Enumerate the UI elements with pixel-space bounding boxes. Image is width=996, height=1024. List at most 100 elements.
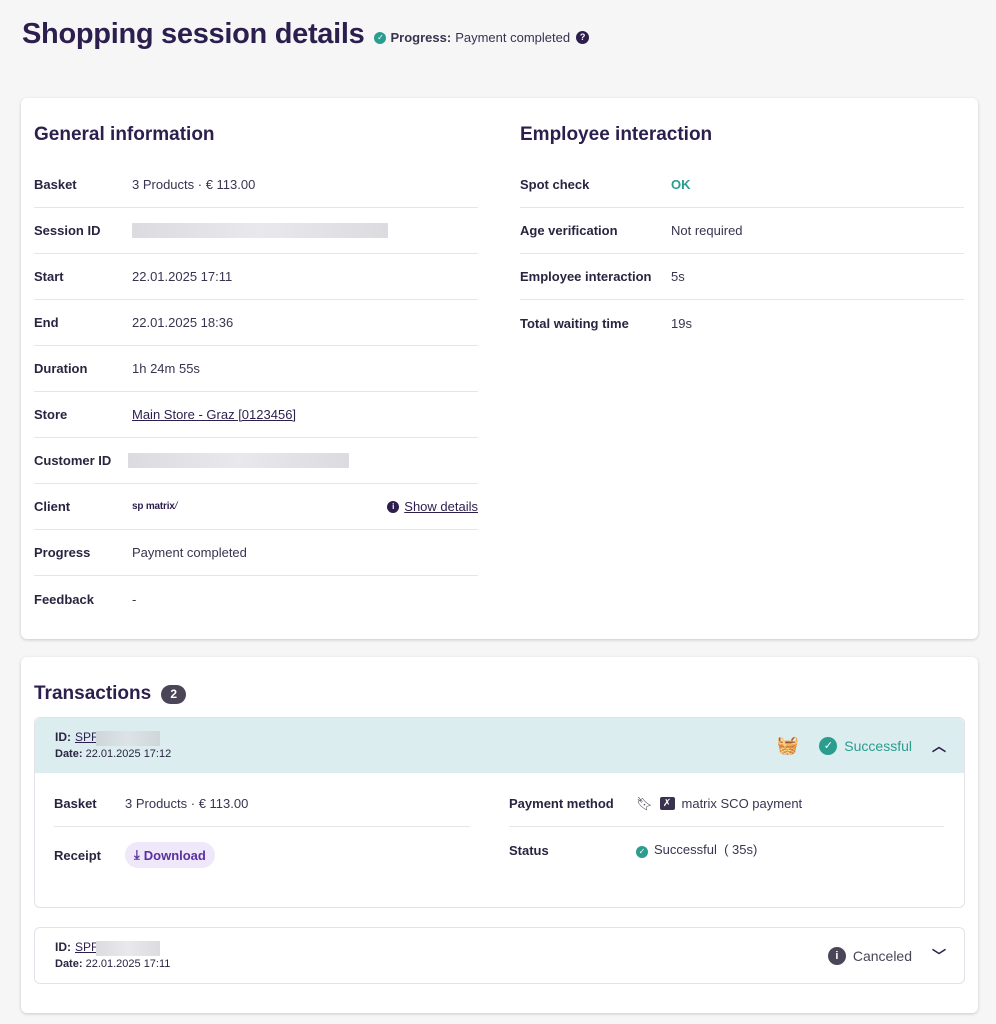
employee-interaction-section: Employee interaction Spot check OK Age v… — [520, 124, 964, 346]
row-label: Basket — [54, 796, 97, 811]
transaction-status: i Canceled — [827, 946, 912, 965]
date-label: Date: — [55, 957, 83, 970]
payment-method-value: 🔖︎ ✗ matrix SCO payment — [636, 796, 802, 812]
chevron-down-icon[interactable]: ﹀ — [932, 946, 946, 966]
transaction-item: ID: SPF Date: 22.01.2025 17:11 i Canceled… — [34, 927, 965, 984]
transaction-id-block: ID: SPF Date: 22.01.2025 17:12 — [55, 729, 171, 761]
transaction-details-right: Payment method 🔖︎ ✗ matrix SCO payment S… — [509, 781, 944, 873]
spot-check-status: OK — [671, 177, 691, 192]
row-label: Spot check — [520, 177, 590, 192]
row-label: Status — [509, 842, 549, 858]
redacted-session-id — [132, 223, 388, 238]
progress-label: Progress: — [390, 30, 452, 45]
check-circle-icon: ✓ — [636, 845, 648, 858]
check-circle-icon: ✓ — [819, 736, 838, 755]
row-label: Client — [34, 499, 71, 514]
info-row-duration: Duration 1h 24m 55s — [34, 346, 478, 392]
info-row-store: Store Main Store - Graz [0123456] — [34, 392, 478, 438]
tx-row-receipt: Receipt ⤓ Download — [54, 827, 470, 883]
redacted-transaction-id — [96, 730, 161, 746]
row-label: End — [34, 315, 59, 330]
transaction-header[interactable]: ID: SPF Date: 22.01.2025 17:11 i Canceled… — [35, 928, 964, 983]
transactions-card: Transactions 2 ID: SPF Date: 22.01.2025 1… — [21, 657, 978, 1013]
client-logo: sp matrix/ — [132, 501, 178, 512]
download-receipt-button[interactable]: ⤓ Download — [125, 842, 215, 868]
show-details-link[interactable]: i Show details — [387, 499, 478, 514]
transaction-header-right: 🧺 ✓ Successful ︿ — [777, 718, 946, 773]
transaction-item: ID: SPF Date: 22.01.2025 17:12 🧺 ✓ Succes… — [34, 717, 965, 908]
row-value: Payment completed — [132, 545, 247, 560]
session-info-card: General information Basket 3 Products · … — [21, 98, 978, 639]
employee-row-spot-check: Spot check OK — [520, 162, 964, 208]
payment-method-text: matrix SCO payment — [681, 796, 803, 811]
row-label: Total waiting time — [520, 315, 629, 331]
transaction-date: 22.01.2025 17:11 — [85, 957, 171, 970]
general-information-section: General information Basket 3 Products · … — [34, 124, 478, 622]
row-value: 19s — [671, 315, 692, 331]
row-value: 22.01.2025 18:36 — [132, 315, 234, 330]
row-value: 3 Products · € 113.00 — [125, 796, 249, 811]
tx-row-basket: Basket 3 Products · € 113.00 — [54, 781, 470, 827]
id-label: ID: — [55, 940, 71, 955]
row-label: Customer ID — [34, 453, 112, 468]
info-icon: i — [827, 946, 846, 965]
status-label: Successful — [844, 737, 912, 754]
tx-row-status: Status ✓ Successful ( 35s) — [509, 827, 944, 873]
row-label: Age verification — [520, 223, 618, 238]
info-row-feedback: Feedback - — [34, 576, 478, 622]
id-label: ID: — [55, 730, 71, 745]
chevron-up-icon[interactable]: ︿ — [932, 736, 946, 756]
tx-row-payment-method: Payment method 🔖︎ ✗ matrix SCO payment — [509, 781, 944, 827]
row-value: Not required — [671, 223, 743, 238]
page-header: Shopping session details ✓ Progress: Pay… — [22, 18, 590, 51]
row-value: 1h 24m 55s — [132, 361, 200, 376]
row-label: Payment method — [509, 796, 614, 811]
bookmark-icon: 🔖︎ — [636, 795, 653, 811]
status-label: Canceled — [852, 947, 912, 964]
transaction-details-left: Basket 3 Products · € 113.00 Receipt ⤓ D… — [54, 781, 470, 883]
date-label: Date: — [55, 747, 83, 760]
transactions-count-badge: 2 — [161, 684, 187, 704]
info-icon: i — [387, 500, 400, 513]
info-row-basket: Basket 3 Products · € 113.00 — [34, 162, 478, 208]
transaction-header-right: i Canceled ﹀ — [827, 928, 946, 983]
row-value: 5s — [671, 269, 685, 284]
employee-interaction-title: Employee interaction — [520, 124, 713, 145]
employee-row-interaction: Employee interaction 5s — [520, 254, 964, 300]
transaction-date: 22.01.2025 17:12 — [85, 747, 172, 760]
row-value: 3 Products · € 113.00 — [132, 177, 256, 192]
row-label: Employee interaction — [520, 269, 652, 284]
transaction-header[interactable]: ID: SPF Date: 22.01.2025 17:12 🧺 ✓ Succes… — [35, 718, 964, 773]
download-label: Download — [143, 847, 206, 863]
status-duration: ( 35s) — [724, 842, 758, 858]
progress-indicator: ✓ Progress: Payment completed ? — [374, 30, 590, 45]
download-icon: ⤓ — [134, 847, 140, 862]
general-information-title: General information — [34, 124, 215, 145]
help-icon[interactable]: ? — [576, 31, 590, 44]
row-label: Store — [34, 407, 68, 422]
transaction-id-link[interactable]: SPF — [75, 730, 98, 744]
redacted-customer-id — [128, 453, 349, 468]
employee-row-age-verification: Age verification Not required — [520, 208, 964, 254]
matrix-logo-icon: ✗ — [659, 797, 675, 810]
row-label: Receipt — [54, 847, 101, 863]
info-row-progress: Progress Payment completed — [34, 530, 478, 576]
info-row-end: End 22.01.2025 18:36 — [34, 300, 478, 346]
basket-search-icon[interactable]: 🧺 — [777, 735, 799, 756]
page-title: Shopping session details — [22, 18, 365, 50]
status-value: ✓ Successful ( 35s) — [636, 842, 757, 858]
employee-row-waiting-time: Total waiting time 19s — [520, 300, 964, 346]
transaction-id-block: ID: SPF Date: 22.01.2025 17:11 — [55, 939, 170, 971]
row-value: - — [132, 591, 137, 607]
info-row-session-id: Session ID — [34, 208, 478, 254]
transaction-status: ✓ Successful — [819, 736, 912, 755]
row-value: 22.01.2025 17:11 — [132, 269, 233, 284]
row-label: Feedback — [34, 591, 94, 607]
row-label: Session ID — [34, 223, 101, 238]
info-row-client: Client sp matrix/ i Show details — [34, 484, 478, 530]
transaction-id-link[interactable]: SPF — [75, 940, 98, 954]
progress-value: Payment completed — [455, 30, 571, 45]
store-link[interactable]: Main Store - Graz [0123456] — [132, 407, 296, 422]
row-label: Duration — [34, 361, 88, 376]
row-label: Basket — [34, 177, 77, 192]
